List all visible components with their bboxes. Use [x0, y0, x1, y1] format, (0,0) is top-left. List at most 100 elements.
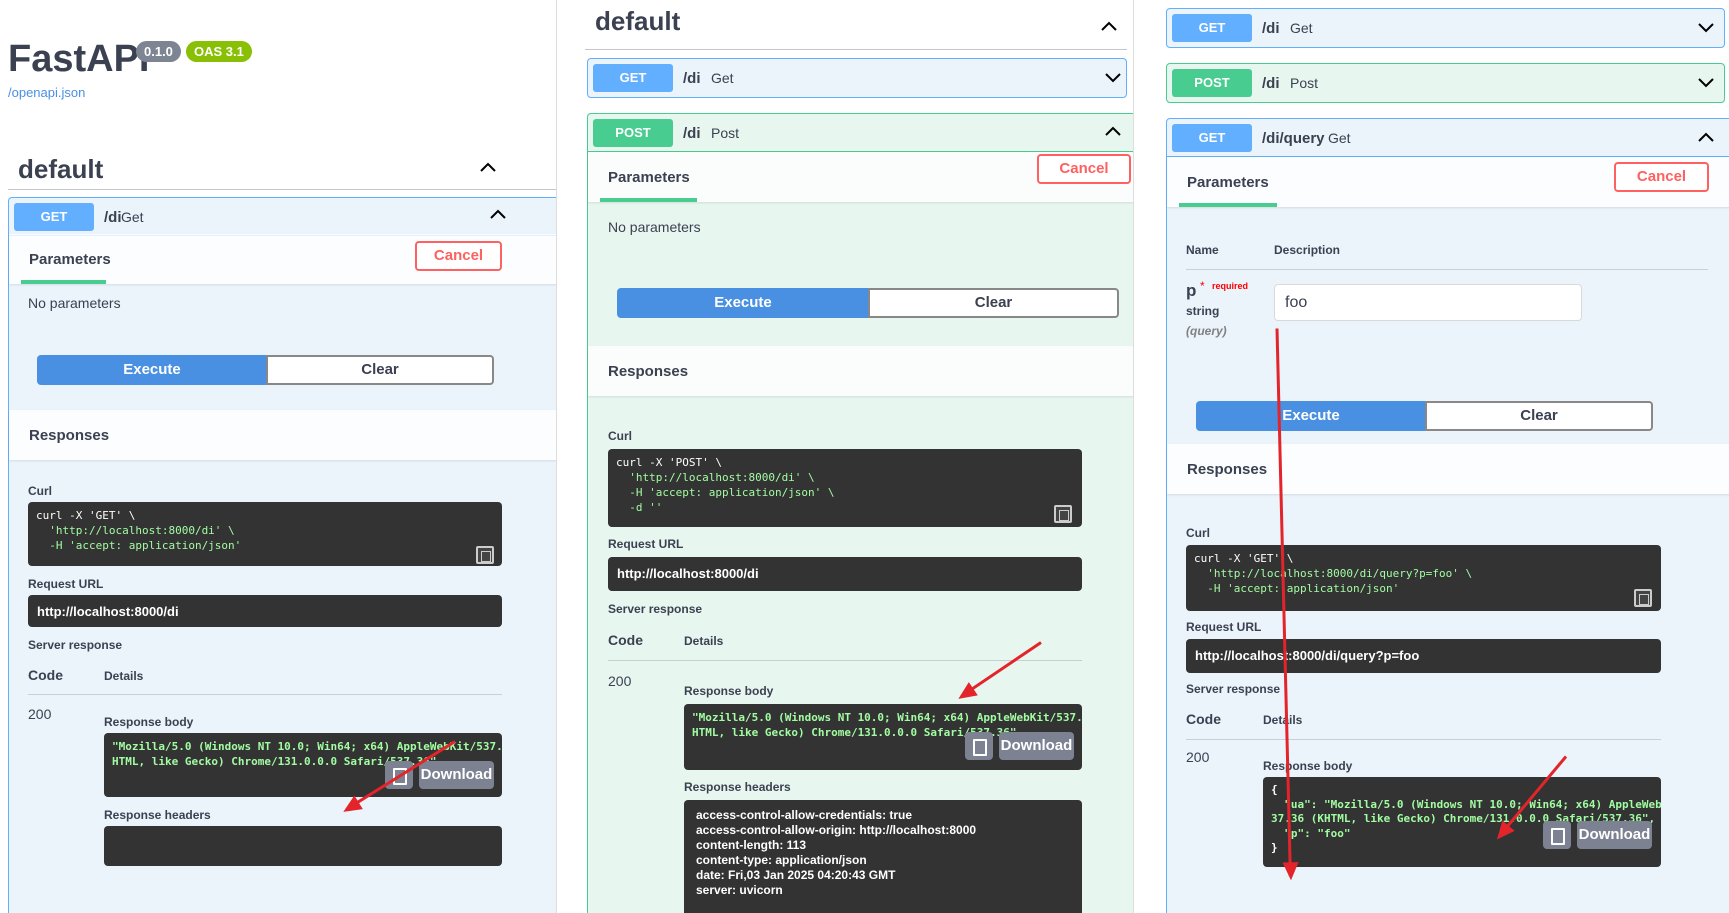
operation-summary: Post: [1290, 75, 1319, 91]
cancel-button[interactable]: Cancel: [1614, 162, 1709, 192]
method-badge: POST: [1172, 69, 1252, 97]
chevron-up-icon[interactable]: [1105, 126, 1121, 136]
tag-section-default[interactable]: default: [8, 150, 556, 190]
operation-get-di: GET /di Get: [587, 58, 1127, 98]
copy-body-button[interactable]: [965, 732, 993, 760]
execute-button[interactable]: Execute: [37, 355, 267, 385]
server-response-label: Server response: [608, 602, 703, 616]
details-column-header: Details: [1263, 713, 1303, 727]
chevron-up-icon[interactable]: [490, 209, 506, 219]
method-badge: GET: [1172, 14, 1252, 42]
operation-path: /di: [104, 209, 122, 226]
tab-underline: [21, 280, 106, 284]
execute-button[interactable]: Execute: [1196, 401, 1426, 431]
operation-header[interactable]: POST /di Post: [1167, 64, 1724, 102]
curl-line: curl -X 'GET' \: [36, 509, 136, 522]
request-url-box: http://localhost:8000/di/query?p=foo: [1186, 639, 1661, 673]
download-button[interactable]: Download: [999, 732, 1074, 760]
header-line: content-type: application/json: [696, 853, 867, 867]
required-star: *: [1200, 279, 1205, 293]
header-line: access-control-allow-credentials: true: [696, 808, 913, 822]
clear-button[interactable]: Clear: [868, 288, 1119, 318]
execute-button-row: Execute Clear: [1196, 401, 1653, 431]
request-url-label: Request URL: [608, 537, 684, 551]
chevron-up-icon[interactable]: [1101, 21, 1117, 31]
download-button[interactable]: Download: [1577, 821, 1652, 849]
operation-header[interactable]: POST /di Post: [588, 114, 1133, 152]
tag-section-default[interactable]: default: [585, 2, 1127, 50]
tab-underline: [600, 198, 697, 202]
server-response-label: Server response: [28, 638, 123, 652]
openapi-link[interactable]: /openapi.json: [8, 85, 85, 100]
execute-button-row: Execute Clear: [617, 288, 1119, 318]
method-badge: GET: [1172, 124, 1252, 152]
operation-post-di: POST /di Post: [1166, 63, 1725, 103]
curl-code-block: curl -X 'POST' \ 'http://localhost:8000/…: [608, 449, 1082, 527]
parameters-section-header: Parameters Cancel: [1167, 157, 1729, 207]
operation-summary: Get: [1328, 130, 1351, 146]
no-parameters-text: No parameters: [608, 219, 701, 235]
method-badge: GET: [593, 64, 673, 92]
param-type: string: [1186, 304, 1220, 318]
body-line: "Mozilla/5.0 (Windows NT 10.0; Win64; x6…: [692, 711, 1082, 724]
code-column-header: Code: [608, 632, 643, 648]
header-line: server: uvicorn: [696, 883, 783, 897]
execute-button[interactable]: Execute: [617, 288, 869, 318]
body-line: }: [1271, 841, 1278, 854]
copy-icon[interactable]: [476, 546, 494, 564]
operation-path: /di: [683, 70, 701, 87]
details-column-header: Details: [104, 669, 144, 683]
response-body-label: Response body: [684, 684, 774, 698]
header-line: content-length: 113: [696, 838, 807, 852]
response-headers-block: [104, 826, 502, 866]
curl-label: Curl: [1186, 526, 1210, 540]
operation-path: /di: [683, 125, 701, 142]
server-response-label: Server response: [1186, 682, 1281, 696]
param-name: p: [1186, 281, 1197, 300]
body-line: "ua": "Mozilla/5.0 (Windows NT 10.0; Win…: [1271, 797, 1661, 811]
curl-line: 'http://localhost:8000/di' \: [616, 471, 815, 484]
clear-button[interactable]: Clear: [266, 355, 494, 385]
chevron-down-icon[interactable]: [1105, 73, 1121, 83]
param-p-input[interactable]: [1274, 284, 1582, 321]
divider: [1186, 269, 1708, 270]
execute-button-row: Execute Clear: [37, 355, 495, 385]
response-body-label: Response body: [104, 715, 194, 729]
chevron-down-icon[interactable]: [1698, 78, 1714, 88]
request-url-label: Request URL: [28, 577, 104, 591]
copy-icon[interactable]: [1634, 589, 1652, 607]
responses-section-header: Responses: [1167, 444, 1729, 494]
operation-header[interactable]: GET /di Get: [588, 59, 1126, 97]
response-body-label: Response body: [1263, 759, 1353, 773]
param-location: (query): [1186, 324, 1227, 338]
chevron-down-icon[interactable]: [1698, 23, 1714, 33]
oas-badge: OAS 3.1: [186, 41, 252, 62]
copy-body-button[interactable]: [1543, 821, 1571, 849]
divider: [28, 694, 502, 695]
operation-path: /di/query: [1262, 130, 1325, 147]
responses-title: Responses: [608, 363, 689, 380]
responses-section-header: Responses: [588, 346, 1133, 396]
copy-icon[interactable]: [1054, 505, 1072, 523]
response-headers-label: Response headers: [684, 780, 791, 794]
curl-code-block: curl -X 'GET' \ 'http://localhost:8000/d…: [1186, 545, 1661, 611]
operation-path: /di: [1262, 20, 1280, 37]
request-url-label: Request URL: [1186, 620, 1262, 634]
parameters-title: Parameters: [1187, 174, 1269, 191]
operation-post-di: POST /di Post Parameters Cancel No param…: [587, 113, 1133, 913]
curl-line: 'http://localhost:8000/di/query?p=foo' \: [1194, 567, 1473, 580]
download-button[interactable]: Download: [419, 761, 494, 789]
operation-get-di: GET /di Get Parameters Cancel No paramet…: [8, 197, 556, 913]
cancel-button[interactable]: Cancel: [415, 241, 502, 271]
tag-title: default: [18, 154, 104, 184]
chevron-up-icon[interactable]: [480, 162, 496, 172]
operation-header[interactable]: GET /di Get: [9, 198, 556, 236]
operation-header[interactable]: GET /di/query Get: [1167, 119, 1729, 157]
cancel-button[interactable]: Cancel: [1037, 154, 1131, 184]
chevron-up-icon[interactable]: [1698, 132, 1714, 142]
operation-header[interactable]: GET /di Get: [1167, 9, 1724, 47]
panel-get-di-query: GET /di Get POST /di Post GET /di/query …: [1133, 0, 1729, 913]
param-name-header: Name: [1186, 243, 1219, 257]
clear-button[interactable]: Clear: [1425, 401, 1653, 431]
operation-get-di: GET /di Get: [1166, 8, 1725, 48]
